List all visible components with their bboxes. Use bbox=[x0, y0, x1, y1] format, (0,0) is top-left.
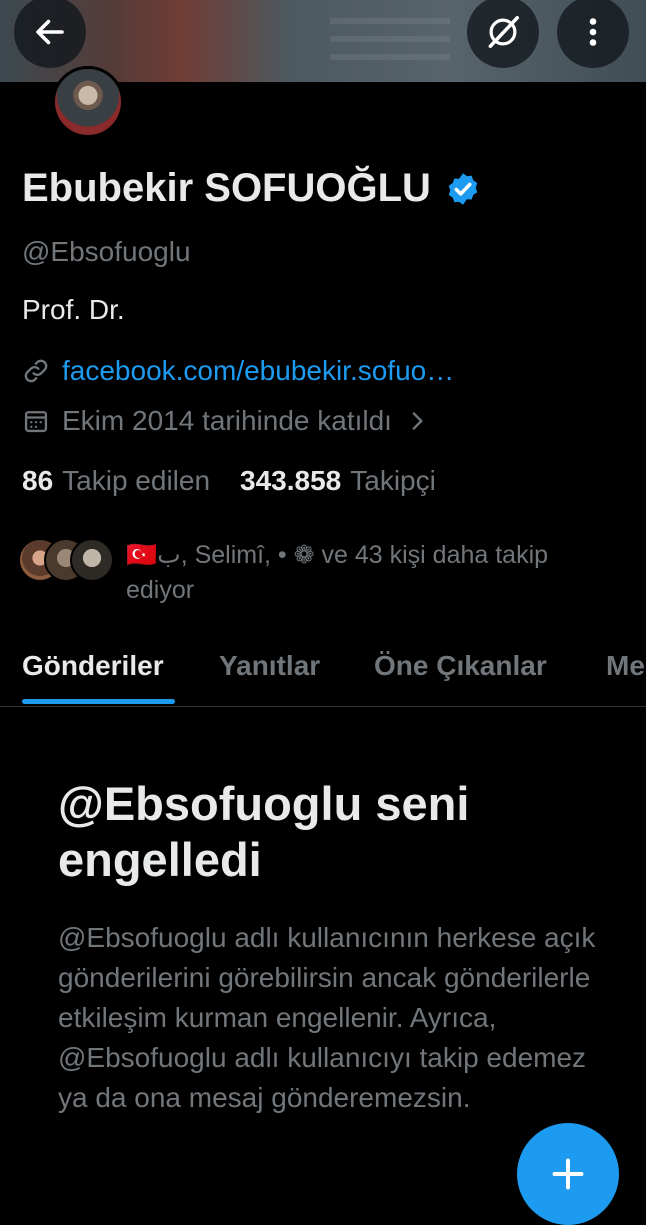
profile-bio: Prof. Dr. bbox=[22, 294, 125, 325]
arrow-left-icon bbox=[36, 19, 64, 45]
compose-button[interactable] bbox=[517, 1123, 619, 1225]
tab-media[interactable]: Me bbox=[606, 650, 645, 682]
plus-icon bbox=[552, 1158, 584, 1190]
more-vertical-icon bbox=[589, 18, 597, 46]
blocked-description: @Ebsofuoglu adlı kullanıcının herkese aç… bbox=[58, 922, 596, 1113]
following-link[interactable]: 86 Takip edilen bbox=[22, 465, 210, 497]
profile-handle: @Ebsofuoglu bbox=[22, 236, 191, 267]
followed-by-text: 🇹🇷ب, Selimî, • ❁ ve 43 kişi daha takip e… bbox=[126, 541, 549, 604]
followers-count: 343.858 bbox=[240, 465, 342, 496]
follower-avatar bbox=[70, 538, 114, 582]
profile-joined[interactable]: Ekim 2014 tarihinde katıldı bbox=[22, 405, 430, 437]
verified-badge-icon[interactable] bbox=[445, 171, 481, 207]
profile-link[interactable]: facebook.com/ebubekir.sofuo… bbox=[22, 355, 454, 387]
profile-link-text[interactable]: facebook.com/ebubekir.sofuo… bbox=[62, 355, 454, 387]
calendar-icon bbox=[24, 411, 48, 433]
following-count: 86 bbox=[22, 465, 54, 496]
profile-name-row: Ebubekir SOFUOĞLU bbox=[22, 166, 481, 211]
banner-blurred-content bbox=[330, 10, 450, 60]
following-label: Takip edilen bbox=[62, 465, 211, 496]
tab-posts[interactable]: Gönderiler bbox=[22, 650, 164, 682]
profile-tabs: Gönderiler Yanıtlar Öne Çıkanlar Me bbox=[0, 640, 646, 707]
profile-joined-text: Ekim 2014 tarihinde katıldı bbox=[62, 405, 392, 436]
profile-name: Ebubekir SOFUOĞLU bbox=[22, 166, 431, 210]
tab-highlights[interactable]: Öne Çıkanlar bbox=[374, 650, 547, 682]
grok-icon bbox=[488, 16, 519, 48]
followers-link[interactable]: 343.858 Takipçi bbox=[240, 465, 436, 497]
profile-stats: 86 Takip edilen 343.858 Takipçi bbox=[22, 465, 436, 497]
tab-replies[interactable]: Yanıtlar bbox=[219, 650, 320, 682]
followers-label: Takipçi bbox=[350, 465, 436, 496]
chevron-right-icon bbox=[412, 412, 423, 430]
link-icon bbox=[24, 359, 48, 383]
followed-by-row[interactable]: 🇹🇷ب, Selimî, • ❁ ve 43 kişi daha takip e… bbox=[18, 538, 586, 608]
profile-avatar[interactable] bbox=[52, 66, 124, 138]
active-tab-indicator bbox=[22, 699, 175, 704]
blocked-title: @Ebsofuoglu seni engelledi bbox=[58, 777, 470, 886]
